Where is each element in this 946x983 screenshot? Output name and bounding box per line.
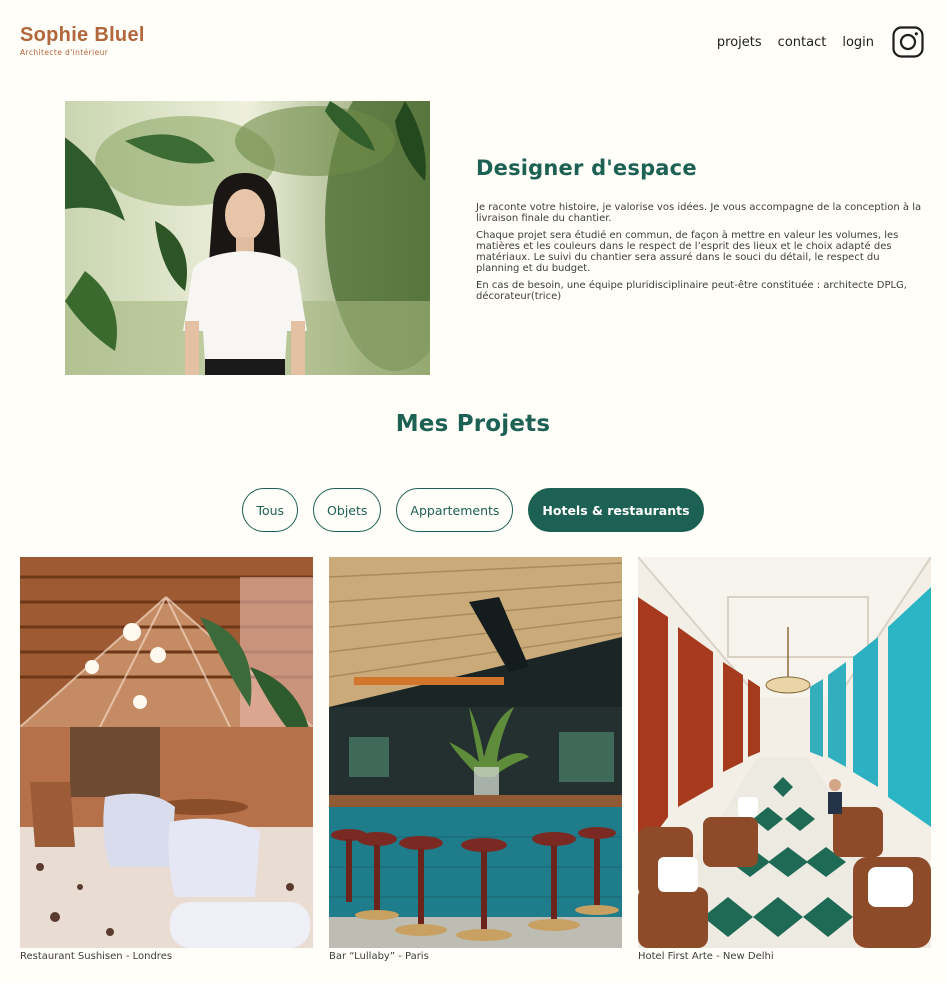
about-paragraph: En cas de besoin, une équipe pluridiscip… [476,280,907,302]
project-caption: Hotel First Arte - New Delhi [638,951,774,962]
logo-subtitle: Architecte d'intérieur [20,48,109,57]
filter-bar: Tous Objets Appartements Hotels & restau… [0,488,946,532]
filter-apartments[interactable]: Appartements [396,488,514,532]
project-caption: Restaurant Sushisen - Londres [20,951,173,962]
about-paragraph: Chaque projet sera étudié en commun, de … [476,230,899,274]
nav-login[interactable]: login [842,35,874,50]
project-image-first-arte [638,557,931,948]
logo-title: Sophie Bluel [20,24,145,46]
project-caption: Bar “Lullaby” - Paris [329,951,429,962]
main-nav: projets contact login [717,26,924,58]
project-card[interactable]: Restaurant Sushisen - Londres [20,557,313,962]
project-card[interactable]: Hotel First Arte - New Delhi [638,557,931,962]
instagram-icon[interactable] [892,26,924,58]
about-section: Designer d'espace Je raconte votre histo… [476,156,922,308]
project-image-sushisen [20,557,313,948]
about-title: Designer d'espace [476,156,697,180]
gallery: Restaurant Sushisen - Londres Bar “Lulla… [20,557,931,962]
about-paragraph: Je raconte votre histoire, je valorise v… [476,202,922,224]
nav-contact[interactable]: contact [778,35,827,50]
filter-all[interactable]: Tous [242,488,299,532]
nav-projets[interactable]: projets [717,35,762,50]
filter-hotels-restaurants[interactable]: Hotels & restaurants [528,488,704,532]
project-card[interactable]: Bar “Lullaby” - Paris [329,557,622,962]
portrait-photo [65,101,430,375]
logo[interactable]: Sophie Bluel Architecte d'intérieur [20,24,145,57]
project-image-lullaby [329,557,622,948]
projects-title: Mes Projets [395,411,551,437]
filter-objects[interactable]: Objets [313,488,382,532]
